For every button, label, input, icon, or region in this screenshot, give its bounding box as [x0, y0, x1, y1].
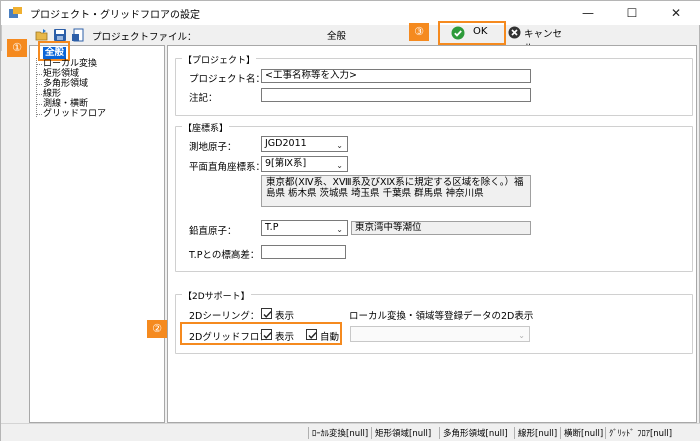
grid-floor-select[interactable]: ⌄ [350, 326, 530, 342]
project-group-title: 【プロジェクト】 [182, 53, 257, 66]
vertical-description: 東京湾中等潮位 [351, 221, 531, 235]
ok-label: OK [473, 26, 488, 37]
toolbar-separator [1, 38, 2, 51]
tree-item-survey-line[interactable]: 測線・横断 [43, 99, 88, 109]
status-rect-area: 矩形領域[null] [375, 429, 432, 439]
settings-tree: 全般 ローカル変換 矩形領域 多角形領域 線形 測線・横断 グリッドフロア [29, 41, 165, 423]
check-circle-icon [451, 26, 465, 40]
tree-connector [36, 104, 42, 105]
open-folder-icon[interactable] [35, 28, 49, 42]
support2d-group-title: 【2Dサポート】 [182, 289, 251, 302]
toolbar-separator [1, 25, 2, 38]
project-name-label: プロジェクト名： [189, 74, 266, 85]
grid-floor-highlight-box [180, 322, 342, 345]
chevron-down-icon: ⌄ [336, 225, 343, 234]
status-separator [439, 427, 440, 439]
tree-connector [36, 84, 42, 85]
status-separator [514, 427, 515, 439]
tree-item-grid-floor[interactable]: グリッドフロア [43, 109, 106, 119]
plane-label: 平面直角座標系： [189, 162, 266, 173]
tp-diff-input[interactable] [261, 245, 346, 259]
tree-connector [36, 64, 42, 65]
status-local-transform: ﾛｰｶﾙ変換[null] [312, 429, 369, 439]
annotation-badge-2: ② [147, 320, 167, 338]
settings-panel: 【プロジェクト】 プロジェクト名： <工事名称等を入力> 注記： 【座標系】 測… [167, 45, 697, 423]
save-as-icon[interactable] [71, 28, 85, 42]
chevron-down-icon: ⌄ [336, 141, 343, 150]
project-group: 【プロジェクト】 プロジェクト名： <工事名称等を入力> 注記： [175, 53, 693, 116]
ceiling-show-checkbox[interactable] [261, 308, 272, 319]
cancel-circle-icon [508, 26, 521, 39]
status-cross-section: 横断[null] [564, 429, 604, 439]
status-separator [371, 427, 372, 439]
plane-select[interactable]: 9[第Ⅸ系] ⌄ [261, 156, 348, 172]
support2d-group: 【2Dサポート】 2Dシーリング： 表示 ローカル変換・領域等登録データの2D表… [175, 289, 693, 354]
title-bar: プロジェクト・グリッドフロアの設定 — ☐ ✕ [1, 1, 700, 25]
project-name-display: 全般 [327, 31, 347, 42]
tree-item-local-transform[interactable]: ローカル変換 [43, 59, 97, 69]
status-separator [605, 427, 606, 439]
status-alignment: 線形[null] [518, 429, 558, 439]
annotation-badge-3: ③ [409, 23, 429, 41]
tree-connector [36, 114, 42, 115]
settings-dialog: プロジェクト・グリッドフロアの設定 — ☐ ✕ プロジェクトファイル： 全般 O [0, 0, 700, 441]
project-name-input[interactable]: <工事名称等を入力> [261, 69, 531, 83]
tree-connector [36, 58, 37, 117]
datum-select[interactable]: JGD2011 ⌄ [261, 136, 348, 152]
plane-description: 東京都(ⅩⅣ系、ⅩⅧ系及びⅩⅨ系に規定する区域を除く。）福島県 栃木県 茨城県 … [261, 175, 531, 207]
save-icon[interactable] [53, 28, 67, 42]
status-separator [308, 427, 309, 439]
crs-group: 【座標系】 測地原子： JGD2011 ⌄ 平面直角座標系： 9[第Ⅸ系] ⌄ … [175, 121, 693, 272]
note-input[interactable] [261, 88, 531, 102]
project-file-label: プロジェクトファイル： [92, 32, 197, 43]
datum-label: 測地原子： [189, 142, 237, 153]
datum-value: JGD2011 [265, 138, 307, 149]
tree-item-alignment[interactable]: 線形 [43, 89, 61, 99]
annotation-badge-1: ① [7, 39, 27, 57]
close-button[interactable]: ✕ [654, 1, 698, 25]
tree-connector [36, 74, 42, 75]
note-label: 注記： [189, 93, 218, 104]
app-icon [9, 7, 22, 18]
tree-connector [36, 94, 42, 95]
checkmark-icon [263, 311, 272, 318]
vertical-label: 鉛直原子： [189, 226, 237, 237]
status-grid-floor: ｸﾞﾘｯﾄﾞ ﾌﾛｱ[null] [609, 429, 673, 439]
ceiling-show-label: 表示 [275, 311, 295, 322]
status-separator [560, 427, 561, 439]
chevron-down-icon: ⌄ [518, 331, 525, 340]
status-polygon-area: 多角形領域[null] [443, 429, 508, 439]
plane-value: 9[第Ⅸ系] [265, 158, 307, 169]
crs-group-title: 【座標系】 [182, 121, 230, 134]
ceiling-label: 2Dシーリング： [189, 311, 260, 322]
ok-button[interactable]: OK [441, 23, 504, 43]
ceiling-note: ローカル変換・領域等登録データの2D表示 [349, 311, 534, 322]
maximize-button[interactable]: ☐ [610, 1, 654, 25]
tree-item-polygon-area[interactable]: 多角形領域 [43, 79, 88, 89]
minimize-button[interactable]: — [566, 1, 610, 25]
chevron-down-icon: ⌄ [336, 161, 343, 170]
toolbar: プロジェクトファイル： 全般 [1, 25, 700, 51]
vertical-select[interactable]: T.P ⌄ [261, 220, 348, 236]
tp-diff-label: T.Pとの標高差： [189, 250, 260, 261]
window-title: プロジェクト・グリッドフロアの設定 [30, 10, 200, 21]
cancel-button[interactable]: キャンセル [508, 25, 568, 54]
tree-item-rect-area[interactable]: 矩形領域 [43, 69, 79, 79]
status-bar: ﾛｰｶﾙ変換[null] 矩形領域[null] 多角形領域[null] 線形[n… [1, 423, 700, 441]
vertical-value: T.P [265, 222, 279, 233]
tree-root-general[interactable]: 全般 [43, 47, 67, 59]
